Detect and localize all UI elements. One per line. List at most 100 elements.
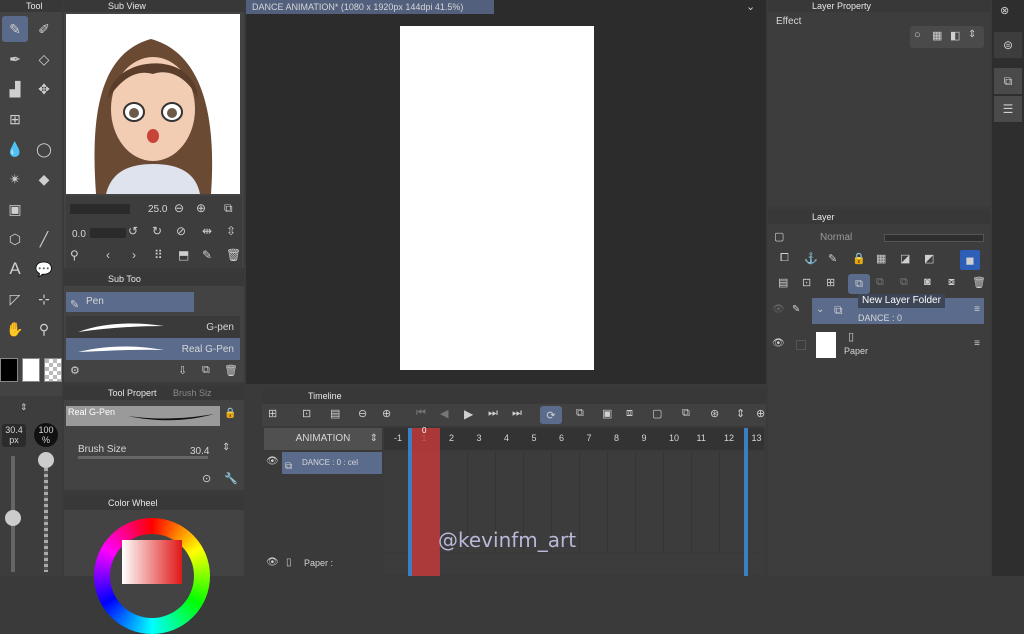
apply-mask-icon[interactable]: ⧇ <box>948 276 955 289</box>
eyedropper-icon[interactable]: ⚲ <box>70 248 79 262</box>
combine-layer-icon[interactable]: ⧉ <box>900 276 908 289</box>
subtool-delete-icon[interactable]: 🗑 <box>224 364 238 377</box>
main-color-swatch[interactable] <box>0 358 18 382</box>
subtool-item-real-gpen[interactable]: Real G-Pen <box>66 338 240 360</box>
timeline-zoom-out-icon[interactable]: ⊖ <box>358 407 367 420</box>
move-tool-icon[interactable]: ✥ <box>31 76 57 102</box>
saturation-value-square[interactable] <box>122 540 182 584</box>
assign-cel-icon[interactable]: ▣ <box>602 407 612 420</box>
new-cel-icon[interactable]: ⧉ <box>576 407 584 420</box>
frame-number[interactable]: 3 <box>477 433 482 443</box>
transfer-down-icon[interactable]: ⧉ <box>876 276 884 289</box>
frame-number[interactable]: -1 <box>394 433 402 443</box>
layer-edit-pen-icon[interactable]: ✎ <box>792 304 800 315</box>
text-tool-icon[interactable]: A <box>2 256 28 282</box>
zoom-out-icon[interactable]: ⊖ <box>174 201 184 215</box>
canvas-tab[interactable]: DANCE ANIMATION* (1080 x 1920px 144dpi 4… <box>246 0 494 14</box>
onion-skin-icon[interactable]: ⧈ <box>626 407 633 420</box>
play-icon[interactable]: ▶ <box>464 407 473 421</box>
tool-property-tab2[interactable]: Brush Siz <box>173 388 212 398</box>
reset-rotation-icon[interactable]: ⊘ <box>176 224 186 238</box>
layer-panel-icon[interactable]: ☰ <box>994 96 1022 122</box>
track-dance-label-box[interactable]: ⧉ DANCE : 0 : cel <box>282 452 382 474</box>
track-visibility-icon[interactable]: 👁 <box>266 456 279 467</box>
fill-tool-icon[interactable]: ◆ <box>31 166 57 192</box>
timeline-expand-icon[interactable]: ⊕ <box>756 407 765 420</box>
opacity-slider[interactable] <box>44 456 48 572</box>
zoom-slider[interactable] <box>70 204 130 214</box>
eraser-tool-icon[interactable]: ◇ <box>31 46 57 72</box>
subtool-duplicate-icon[interactable]: ⧉ <box>202 364 210 377</box>
frame-number[interactable]: 5 <box>532 433 537 443</box>
layer-color-palette-icon[interactable]: ◼ <box>960 250 980 270</box>
paper-drag-handle-icon[interactable]: ≡ <box>974 338 980 349</box>
timeline-zoom-in-icon[interactable]: ⊕ <box>382 407 391 420</box>
tool-property-title[interactable]: Tool Propert <box>108 388 157 398</box>
paper-edit-slot[interactable] <box>796 340 806 350</box>
line-tool-icon[interactable]: ╱ <box>31 226 57 252</box>
new-vector-layer-icon[interactable]: ⊞ <box>826 276 835 289</box>
balloon-tool-icon[interactable]: 💬 <box>31 256 57 282</box>
layer-lock-alpha-icon[interactable]: ▦ <box>876 252 886 265</box>
frame-number[interactable]: 4 <box>504 433 509 443</box>
layer-menu-icon[interactable]: ▤ <box>778 276 788 289</box>
flip-vertical-icon[interactable]: ⇳ <box>226 224 236 238</box>
frame-number[interactable]: 9 <box>642 433 647 443</box>
color-effect-icon[interactable]: ◧ <box>950 29 960 42</box>
rotate-slider[interactable] <box>90 228 126 238</box>
playhead-column[interactable] <box>412 428 440 576</box>
delete-image-icon[interactable]: 🗑 <box>226 248 241 262</box>
blend-tool-icon[interactable]: 💧 <box>2 136 28 162</box>
animation-folder-selector[interactable]: ANIMATION ⇕ <box>264 428 382 450</box>
prev-image-icon[interactable]: ‹ <box>106 248 110 262</box>
new-timeline-icon[interactable]: ⊞ <box>268 407 277 420</box>
frame-number[interactable]: 13 <box>752 433 762 443</box>
subtool-settings-icon[interactable]: ⚙ <box>70 364 80 377</box>
border-effect-icon[interactable]: ○ <box>914 29 921 41</box>
frame-number[interactable]: 2 <box>449 433 454 443</box>
delete-layer-icon[interactable]: 🗑 <box>972 276 986 289</box>
flip-horizontal-icon[interactable]: ⇹ <box>202 224 212 238</box>
frame-tool-icon[interactable]: ◸ <box>2 286 28 312</box>
cel-settings-icon[interactable]: ⧉ <box>682 407 690 420</box>
frame-range-icon[interactable]: ▤ <box>330 407 340 420</box>
timeline-stepper-icon[interactable]: ⇕ <box>736 407 745 420</box>
marker-tool-icon[interactable]: ✒ <box>2 46 28 72</box>
end-marker[interactable] <box>744 428 748 576</box>
animation-stepper-icon[interactable]: ⇕ <box>370 428 378 450</box>
timeline-options-icon[interactable]: ⊛ <box>710 407 719 420</box>
tone-effect-icon[interactable]: ▦ <box>932 29 942 42</box>
transform-tool-icon[interactable]: ⊞ <box>2 106 28 132</box>
layer-ruler-icon[interactable]: ◩ <box>924 252 934 265</box>
brush-size-slider-thumb[interactable] <box>5 510 21 526</box>
subview-reference-image[interactable] <box>66 14 240 194</box>
paper-track-grid[interactable] <box>384 554 764 574</box>
new-raster-layer-icon[interactable]: ⊡ <box>802 276 811 289</box>
fill-bucket-icon[interactable]: ▟ <box>2 76 28 102</box>
new-layer-folder-icon[interactable]: ⧉ <box>848 274 870 294</box>
brush-size-bar[interactable] <box>78 456 208 459</box>
layer-drag-handle-icon[interactable]: ≡ <box>974 304 980 315</box>
prev-frame-icon[interactable]: ◀ <box>440 407 448 420</box>
frame-number[interactable]: 11 <box>697 433 706 443</box>
rotate-right-icon[interactable]: ↻ <box>152 224 162 238</box>
frame-number[interactable]: 10 <box>669 433 679 443</box>
subtool-group-pen[interactable]: ✎ Pen <box>66 292 194 312</box>
frame-number[interactable]: 12 <box>724 433 734 443</box>
navigator-icon[interactable]: ⧉ <box>224 201 233 216</box>
panel-close-icon[interactable]: ⊗ <box>1000 4 1009 17</box>
gradient-tool-icon[interactable]: ▣ <box>2 196 28 222</box>
track-dance[interactable]: 👁 ⧉ DANCE : 0 : cel <box>264 452 382 474</box>
subtool-item-gpen[interactable]: G-pen <box>66 316 240 338</box>
lasso-tool-icon[interactable]: ◯ <box>31 136 57 162</box>
import-image-icon[interactable]: ⬒ <box>178 248 189 262</box>
layer-ref-icon[interactable]: ⚓ <box>804 252 818 265</box>
subtool-copy-icon[interactable]: ⇩ <box>178 364 187 377</box>
canvas-paper[interactable] <box>400 26 594 370</box>
effect-stepper-icon[interactable]: ⇕ <box>968 29 976 40</box>
transparent-color-swatch[interactable] <box>44 358 62 382</box>
auto-select-icon[interactable]: ✴ <box>2 166 28 192</box>
next-frame-icon[interactable]: ⏭ <box>488 407 498 420</box>
sub-color-swatch[interactable] <box>22 358 40 382</box>
layer-lock-icon[interactable]: 🔒 <box>852 252 866 265</box>
